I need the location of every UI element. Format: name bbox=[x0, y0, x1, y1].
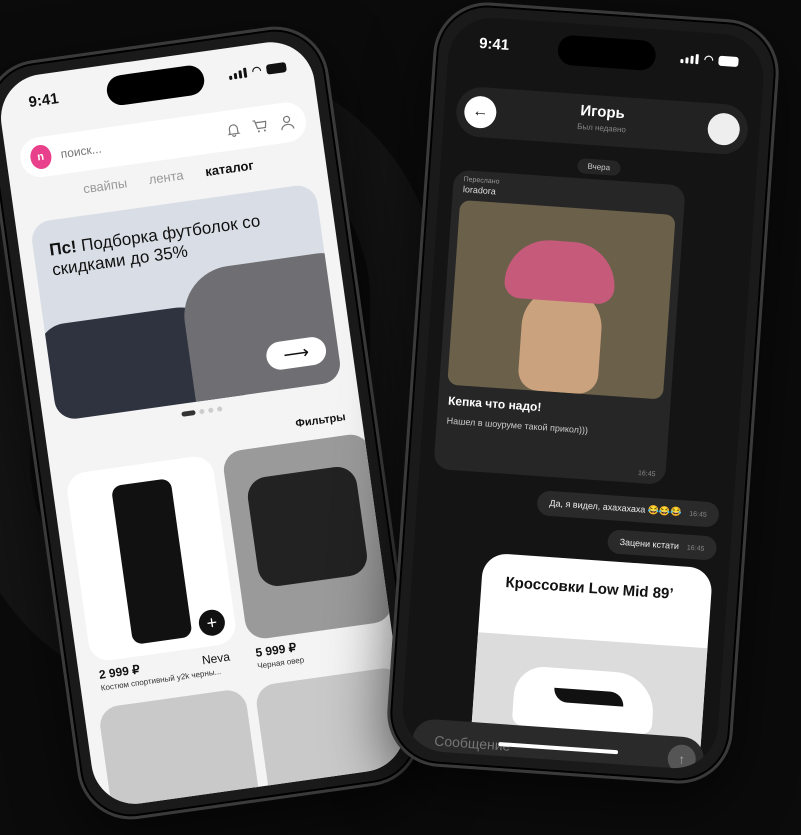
wifi-icon: ◠ bbox=[251, 64, 263, 78]
chat-phone: 9:41 ◠ ← Игорь Был недавно Вчера Пересла… bbox=[383, 0, 783, 788]
message-time: 16:45 bbox=[686, 544, 705, 553]
product-card[interactable]: + bbox=[64, 454, 238, 663]
message-text: Зацени кстати bbox=[619, 536, 680, 552]
message-title: Кепка что надо! bbox=[447, 393, 542, 415]
message-time: 16:45 bbox=[637, 470, 656, 479]
signal-icon bbox=[680, 53, 700, 64]
photo-cap bbox=[503, 237, 618, 305]
product-image bbox=[245, 464, 370, 589]
date-separator: Вчера bbox=[577, 158, 621, 177]
filters-button[interactable]: Фильтры bbox=[295, 411, 347, 430]
message-time: 16:45 bbox=[689, 510, 708, 519]
tab-catalog[interactable]: каталог bbox=[204, 158, 254, 180]
chat-header: ← Игорь Был недавно bbox=[454, 85, 750, 156]
incoming-message[interactable]: Переслано loradora Кепка что надо! Нашел… bbox=[433, 169, 686, 485]
search-input[interactable] bbox=[57, 124, 218, 163]
product-card[interactable] bbox=[97, 687, 264, 810]
tab-swipes[interactable]: свайпы bbox=[82, 175, 128, 196]
battery-icon bbox=[718, 55, 739, 67]
add-to-cart-button[interactable]: + bbox=[197, 608, 227, 638]
send-button[interactable]: ↑ bbox=[666, 743, 697, 772]
product-image bbox=[110, 478, 193, 645]
product-card[interactable] bbox=[221, 432, 395, 641]
cart-icon[interactable] bbox=[249, 114, 271, 138]
message-text: Да, я видел, ахахахаха 😂😂😂 bbox=[549, 497, 682, 518]
message-photo[interactable] bbox=[447, 199, 676, 400]
app-logo[interactable]: n bbox=[28, 143, 53, 171]
outgoing-message[interactable]: Зацени кстати 16:45 bbox=[606, 529, 718, 561]
wifi-icon: ◠ bbox=[703, 53, 714, 67]
chat-screen: 9:41 ◠ ← Игорь Был недавно Вчера Пересла… bbox=[399, 14, 767, 772]
banner-title-bold: Пс! bbox=[48, 236, 78, 260]
profile-icon[interactable] bbox=[276, 110, 298, 134]
tab-feed[interactable]: лента bbox=[148, 167, 185, 187]
message-text: Нашел в шоуруме такой прикол))) bbox=[446, 415, 589, 436]
product-title: Кроссовки Low Mid 89’ bbox=[504, 574, 675, 603]
battery-icon bbox=[265, 61, 287, 75]
forwarded-from[interactable]: loradora bbox=[463, 184, 497, 196]
bell-icon[interactable] bbox=[223, 118, 245, 142]
status-time: 9:41 bbox=[27, 90, 60, 112]
status-time: 9:41 bbox=[478, 34, 510, 54]
signal-icon bbox=[228, 67, 248, 80]
outgoing-message[interactable]: Да, я видел, ахахахаха 😂😂😂 16:45 bbox=[536, 490, 720, 528]
product-card[interactable] bbox=[254, 665, 411, 810]
promo-banner[interactable]: Пс! Подборка футболок со скидками до 35%… bbox=[29, 183, 343, 422]
banner-shirt-image bbox=[177, 247, 343, 402]
product-brand: Neva bbox=[201, 649, 231, 668]
status-bar: 9:41 ◠ bbox=[28, 58, 288, 111]
